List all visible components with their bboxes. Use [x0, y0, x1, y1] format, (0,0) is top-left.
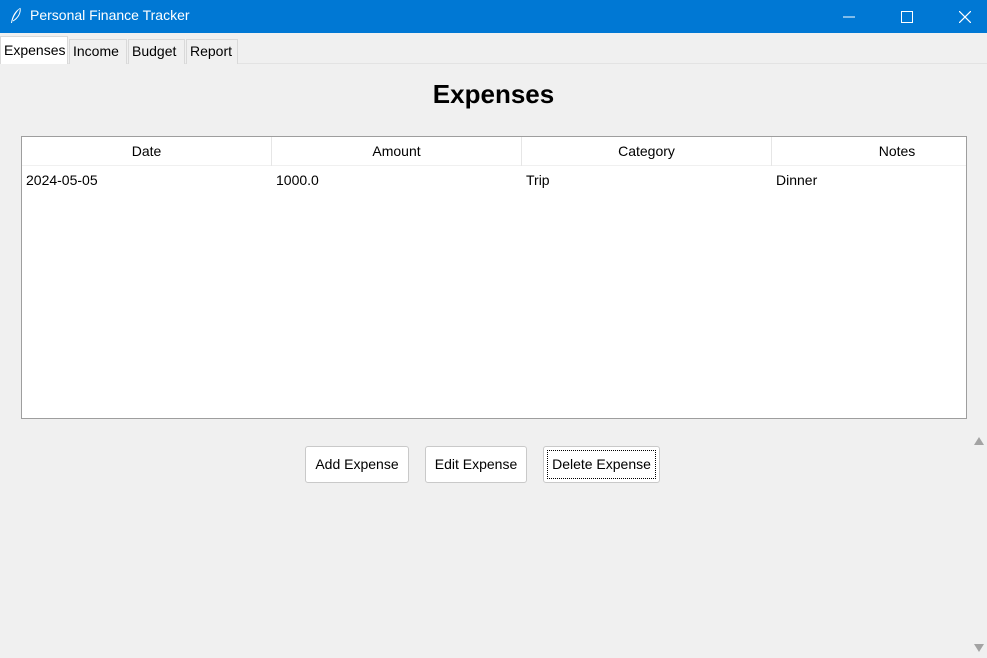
tab-bar: Expenses Income Budget Report	[0, 33, 987, 64]
expenses-table[interactable]: Date Amount Category Notes 2024-05-05 10…	[21, 136, 967, 419]
maximize-icon	[901, 10, 913, 23]
minimize-icon	[843, 16, 855, 17]
delete-expense-label: Delete Expense	[552, 456, 651, 472]
add-expense-button[interactable]: Add Expense	[305, 446, 409, 483]
feather-icon	[11, 7, 21, 23]
column-header-category[interactable]: Category	[522, 137, 772, 166]
cell-notes: Dinner	[776, 172, 818, 188]
table-header: Date Amount Category Notes	[22, 137, 966, 166]
scroll-down-icon[interactable]	[974, 644, 984, 652]
edit-expense-button[interactable]: Edit Expense	[425, 446, 527, 483]
tab-report[interactable]: Report	[186, 39, 238, 64]
title-bar: Personal Finance Tracker	[0, 0, 987, 33]
page-title: Expenses	[432, 79, 555, 109]
minimize-button[interactable]	[826, 0, 872, 33]
cell-amount: 1000.0	[276, 172, 319, 188]
close-icon	[959, 10, 971, 23]
tab-expenses[interactable]: Expenses	[0, 36, 68, 64]
column-header-notes[interactable]: Notes	[772, 137, 966, 166]
tab-income[interactable]: Income	[69, 39, 127, 64]
cell-date: 2024-05-05	[26, 172, 98, 188]
cell-category: Trip	[526, 172, 550, 188]
delete-expense-button[interactable]: Delete Expense	[543, 446, 660, 483]
table-row[interactable]: 2024-05-05 1000.0 Trip Dinner	[22, 167, 966, 193]
vertical-scrollbar[interactable]	[970, 432, 987, 658]
column-header-date[interactable]: Date	[22, 137, 272, 166]
tab-budget[interactable]: Budget	[128, 39, 185, 64]
maximize-button[interactable]	[884, 0, 930, 33]
window-title: Personal Finance Tracker	[30, 7, 190, 23]
column-header-amount[interactable]: Amount	[272, 137, 522, 166]
close-button[interactable]	[942, 0, 987, 33]
scroll-up-icon[interactable]	[974, 437, 984, 445]
